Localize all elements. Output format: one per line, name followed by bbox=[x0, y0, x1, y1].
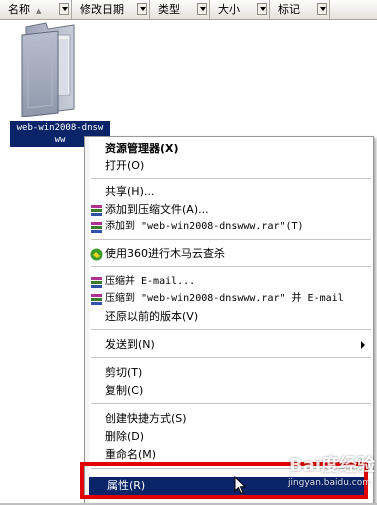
menu-item-cut[interactable]: 剪切(T) bbox=[105, 364, 142, 381]
winrar-icon bbox=[91, 205, 102, 216]
chevron-down-icon[interactable] bbox=[137, 3, 147, 15]
submenu-arrow-icon bbox=[361, 341, 365, 349]
menu-item-explorer[interactable]: 资源管理器(X) bbox=[105, 140, 179, 157]
column-tags[interactable]: 标记 bbox=[270, 0, 330, 19]
menu-separator bbox=[91, 266, 371, 267]
chevron-down-icon[interactable] bbox=[257, 3, 267, 15]
column-size[interactable]: 大小 bbox=[210, 0, 270, 19]
chevron-down-icon[interactable] bbox=[59, 3, 69, 15]
column-type[interactable]: 类型 bbox=[150, 0, 210, 19]
column-type-label: 类型 bbox=[158, 3, 180, 16]
mouse-cursor-icon bbox=[234, 476, 247, 495]
menu-item-copy[interactable]: 复制(C) bbox=[105, 382, 143, 399]
menu-item-compress-named-email[interactable]: 压缩到 "web-win2008-dnswww.rar" 并 E-mail bbox=[105, 290, 344, 307]
chevron-down-icon[interactable] bbox=[317, 3, 327, 15]
menu-item-add-to-named-rar[interactable]: 添加到 "web-win2008-dnswww.rar"(T) bbox=[105, 218, 304, 235]
column-size-label: 大小 bbox=[218, 3, 240, 16]
menu-item-create-shortcut[interactable]: 创建快捷方式(S) bbox=[105, 410, 187, 427]
menu-item-delete[interactable]: 删除(D) bbox=[105, 428, 144, 445]
column-tags-label: 标记 bbox=[278, 3, 300, 16]
menu-item-rename[interactable]: 重命名(M) bbox=[105, 446, 156, 463]
winrar-icon bbox=[91, 222, 102, 233]
menu-separator bbox=[91, 329, 371, 330]
winrar-icon bbox=[91, 294, 102, 305]
context-menu: 资源管理器(X) 打开(O) 共享(H)... 添加到压缩文件(A)... 添加… bbox=[84, 136, 374, 505]
menu-item-share[interactable]: 共享(H)... bbox=[105, 183, 154, 200]
column-name-label: 名称 bbox=[8, 3, 30, 16]
folder-icon bbox=[21, 22, 75, 117]
menu-separator bbox=[91, 178, 371, 179]
menu-item-send-to[interactable]: 发送到(N) bbox=[105, 336, 155, 353]
watermark-url: jingyan.baidu.com bbox=[287, 478, 371, 488]
menu-item-restore-versions[interactable]: 还原以前的版本(V) bbox=[105, 308, 198, 325]
column-header-bar: 名称 ▲ 修改日期 类型 大小 标记 bbox=[0, 0, 377, 20]
column-modified-date[interactable]: 修改日期 bbox=[72, 0, 150, 19]
winrar-icon bbox=[91, 277, 102, 288]
baidu-jingyan-watermark: Bai度经验 jingyan.baidu.com bbox=[250, 455, 375, 505]
menu-item-compress-email[interactable]: 压缩并 E-mail... bbox=[105, 273, 195, 290]
menu-item-open[interactable]: 打开(O) bbox=[105, 157, 144, 174]
menu-separator bbox=[91, 403, 371, 404]
menu-item-add-to-archive[interactable]: 添加到压缩文件(A)... bbox=[105, 201, 209, 218]
360-security-icon bbox=[90, 248, 103, 261]
sort-up-icon: ▲ bbox=[36, 7, 42, 15]
menu-separator bbox=[91, 357, 371, 358]
column-modified-date-label: 修改日期 bbox=[80, 3, 124, 16]
watermark-logo: Bai度经验 bbox=[288, 455, 375, 476]
folder-name-line1: web-win2008-dnsw bbox=[16, 123, 104, 133]
menu-separator bbox=[91, 239, 371, 240]
menu-item-360-scan[interactable]: 使用360进行木马云查杀 bbox=[105, 245, 225, 262]
chevron-down-icon[interactable] bbox=[197, 3, 207, 15]
column-name[interactable]: 名称 ▲ bbox=[0, 0, 72, 19]
menu-icon-strip bbox=[85, 137, 89, 504]
